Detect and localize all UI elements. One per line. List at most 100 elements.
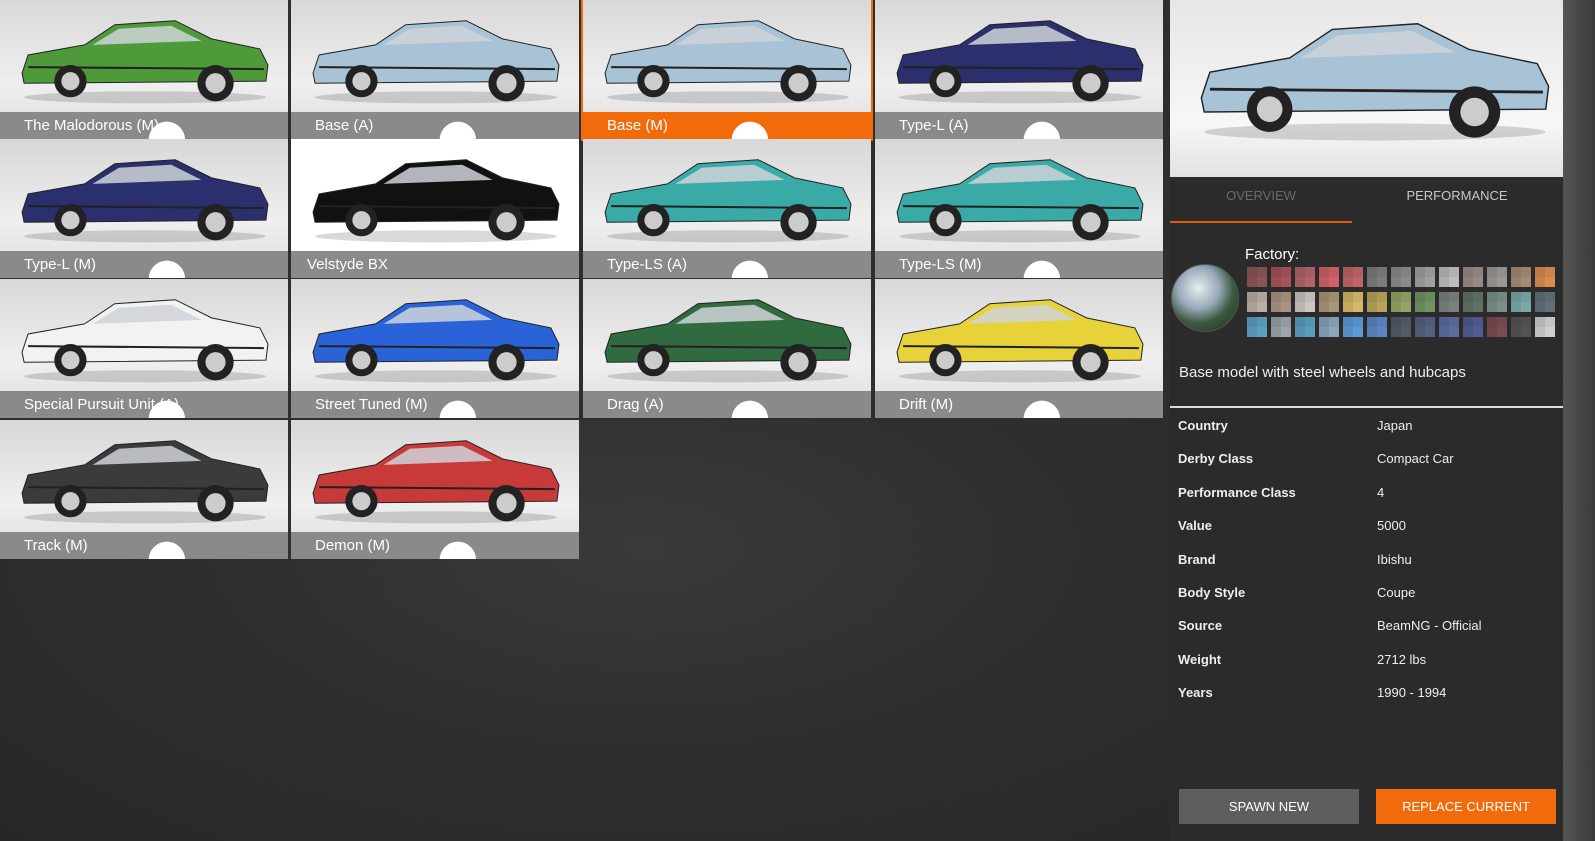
info-key: Country	[1178, 418, 1228, 433]
info-key: Brand	[1178, 551, 1216, 567]
car-thumbnail	[896, 299, 1144, 383]
color-swatch[interactable]	[1535, 292, 1555, 312]
car-thumbnail	[604, 299, 852, 383]
color-swatch[interactable]	[1271, 267, 1291, 287]
info-key: Value	[1178, 518, 1212, 534]
car-thumbnail	[312, 299, 560, 383]
config-label: The Malodorous (M)	[0, 112, 288, 139]
color-swatch[interactable]	[1487, 267, 1507, 287]
color-swatch[interactable]	[1487, 317, 1507, 337]
car-thumbnail	[604, 20, 852, 104]
color-swatch[interactable]	[1343, 267, 1363, 287]
color-swatch[interactable]	[1415, 292, 1435, 312]
color-swatch[interactable]	[1415, 267, 1435, 287]
color-swatch[interactable]	[1247, 292, 1267, 312]
config-tile[interactable]: Type-LS (M)	[875, 139, 1163, 278]
config-tile[interactable]: Base (A)	[291, 0, 579, 139]
info-value: Coupe	[1377, 585, 1416, 600]
active-tab-indicator	[1170, 221, 1352, 223]
config-tile[interactable]: Drift (M)	[875, 279, 1163, 418]
info-value: 1990 - 1994	[1377, 685, 1447, 701]
color-swatches	[1247, 267, 1555, 337]
config-tile[interactable]: Type-LS (A)	[583, 139, 871, 278]
divider	[1170, 406, 1563, 408]
color-swatch[interactable]	[1319, 292, 1339, 312]
color-swatch[interactable]	[1415, 317, 1435, 337]
color-swatch[interactable]	[1343, 317, 1363, 337]
info-key: Years	[1178, 685, 1213, 701]
config-description: Base model with steel wheels and hubcaps	[1179, 364, 1466, 381]
config-tile[interactable]: Special Pursuit Unit (A)	[0, 279, 288, 418]
color-swatch[interactable]	[1343, 292, 1363, 312]
color-swatch[interactable]	[1535, 317, 1555, 337]
config-tile[interactable]: Demon (M)	[291, 420, 579, 559]
color-swatch[interactable]	[1271, 292, 1291, 312]
config-tile[interactable]: Type-L (A)	[875, 0, 1163, 139]
color-swatch[interactable]	[1439, 317, 1459, 337]
config-tile[interactable]: Type-L (M)	[0, 139, 288, 278]
color-swatch[interactable]	[1511, 267, 1531, 287]
color-swatch[interactable]	[1367, 292, 1387, 312]
config-label: Type-LS (M)	[875, 251, 1163, 278]
color-swatch[interactable]	[1319, 317, 1339, 337]
info-value: Japan	[1377, 418, 1413, 433]
config-label: Velstyde BX	[291, 251, 579, 278]
color-swatch[interactable]	[1367, 317, 1387, 337]
info-key: Performance Class	[1178, 484, 1296, 500]
color-swatch[interactable]	[1391, 292, 1411, 312]
car-thumbnail	[604, 159, 852, 243]
color-swatch[interactable]	[1247, 317, 1267, 337]
info-value: Ibishu	[1377, 551, 1412, 567]
config-tile[interactable]: Velstyde BX	[291, 139, 579, 278]
color-swatch[interactable]	[1391, 317, 1411, 337]
color-swatch[interactable]	[1319, 267, 1339, 287]
color-swatch[interactable]	[1439, 292, 1459, 312]
environment-globe-icon[interactable]	[1171, 264, 1239, 332]
config-label: Street Tuned (M)	[291, 391, 579, 418]
config-label: Type-L (A)	[875, 112, 1163, 139]
color-swatch[interactable]	[1511, 317, 1531, 337]
tab-overview[interactable]: OVERVIEW	[1170, 188, 1352, 203]
tab-performance[interactable]: PERFORMANCE	[1366, 188, 1548, 203]
factory-label: Factory:	[1245, 246, 1300, 263]
color-swatch[interactable]	[1463, 292, 1483, 312]
config-label: Track (M)	[0, 532, 288, 559]
color-swatch[interactable]	[1271, 317, 1291, 337]
color-swatch[interactable]	[1295, 317, 1315, 337]
color-swatch[interactable]	[1247, 267, 1267, 287]
color-swatch[interactable]	[1439, 267, 1459, 287]
color-swatch[interactable]	[1391, 267, 1411, 287]
spawn-new-button[interactable]: SPAWN NEW	[1179, 789, 1359, 824]
preview-car-image	[1200, 23, 1550, 141]
info-key: Weight	[1178, 651, 1222, 667]
info-value: 5000	[1377, 518, 1406, 534]
scrollbar-edge	[1563, 0, 1595, 841]
config-label: Type-L (M)	[0, 251, 288, 278]
color-swatch[interactable]	[1463, 317, 1483, 337]
config-tile[interactable]: The Malodorous (M)	[0, 0, 288, 139]
car-thumbnail	[21, 20, 269, 104]
info-value: Compact Car	[1377, 451, 1454, 467]
config-label: Drift (M)	[875, 391, 1163, 418]
color-swatch[interactable]	[1511, 292, 1531, 312]
info-value: BeamNG - Official	[1377, 618, 1482, 634]
config-label: Base (A)	[291, 112, 579, 139]
color-swatch[interactable]	[1463, 267, 1483, 287]
color-swatch[interactable]	[1295, 267, 1315, 287]
car-thumbnail	[312, 159, 560, 243]
info-key: Derby Class	[1178, 451, 1254, 467]
config-tile[interactable]: Drag (A)	[583, 279, 871, 418]
color-swatch[interactable]	[1535, 267, 1555, 287]
replace-current-button[interactable]: REPLACE CURRENT	[1376, 789, 1556, 824]
info-value: 2712 lbs	[1377, 651, 1427, 667]
color-swatch[interactable]	[1487, 292, 1507, 312]
car-thumbnail	[21, 159, 269, 243]
color-swatch[interactable]	[1367, 267, 1387, 287]
details-panel: OVERVIEW PERFORMANCE Factory: Base model…	[1170, 0, 1563, 841]
config-tile[interactable]: Base (M)	[581, 0, 873, 141]
car-thumbnail	[21, 299, 269, 383]
color-swatch[interactable]	[1295, 292, 1315, 312]
car-thumbnail	[896, 20, 1144, 104]
config-tile[interactable]: Street Tuned (M)	[291, 279, 579, 418]
config-tile[interactable]: Track (M)	[0, 420, 288, 559]
